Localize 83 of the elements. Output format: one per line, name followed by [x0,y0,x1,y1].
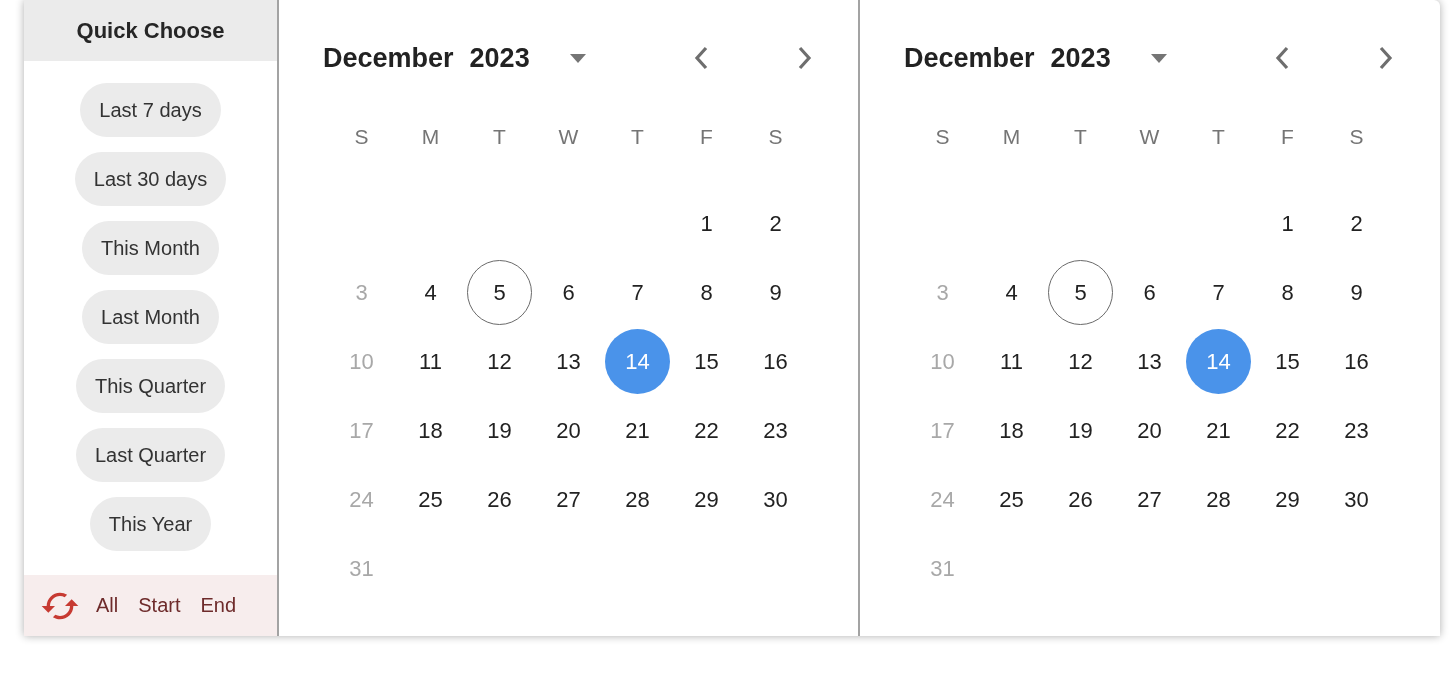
calendar-day[interactable]: 4 [398,260,463,325]
calendar-day[interactable]: 15 [1255,329,1320,394]
calendar-day[interactable]: 13 [536,329,601,394]
month-label[interactable]: December [323,42,454,74]
calendar-day[interactable]: 6 [536,260,601,325]
chevron-left-icon[interactable] [1275,46,1289,70]
calendar-day[interactable]: 4 [979,260,1044,325]
calendar-day[interactable]: 25 [979,467,1044,532]
calendar-day[interactable]: 12 [1048,329,1113,394]
weekday-label: T [1212,124,1225,149]
calendar-day[interactable]: 20 [1117,398,1182,463]
calendar-day[interactable]: 18 [398,398,463,463]
calendar-day[interactable]: 15 [674,329,739,394]
weekday-label: T [1074,124,1087,149]
weekday-label: T [493,124,506,149]
calendar-day[interactable]: 9 [1324,260,1389,325]
quick-choose-option[interactable]: This Quarter [75,359,226,413]
year-label[interactable]: 2023 [1050,42,1111,74]
weekday-label: T [631,124,644,149]
calendar-day[interactable]: 16 [743,329,808,394]
weekday-label: M [1002,124,1021,149]
weekday-label: S [935,124,950,149]
calendar-day[interactable]: 8 [674,260,739,325]
quick-choose-option[interactable]: This Month [82,221,219,275]
calendar-day[interactable]: 16 [1324,329,1389,394]
calendar-day[interactable]: 1 [1255,191,1320,256]
chevron-right-icon[interactable] [798,46,812,70]
calendar-day[interactable]: 13 [1117,329,1182,394]
calendar-day[interactable]: 7 [605,260,670,325]
calendar-day[interactable]: 11 [398,329,463,394]
chevron-right-icon[interactable] [1379,46,1393,70]
weekday-label: W [558,124,579,149]
calendar-day[interactable]: 19 [1048,398,1113,463]
dropdown-caret-icon[interactable] [1150,53,1167,63]
calendar-day[interactable]: 18 [979,398,1044,463]
month-label[interactable]: December [904,42,1035,74]
calendar-day[interactable]: 22 [1255,398,1320,463]
calendar-day[interactable]: 27 [1117,467,1182,532]
weekday-label: S [768,124,783,149]
sidebar-title: Quick Choose [76,17,225,44]
weekday-label: W [1139,124,1160,149]
calendar-day[interactable]: 2 [1324,191,1389,256]
calendar-day[interactable]: 28 [605,467,670,532]
quick-choose-option[interactable]: Last 7 days [80,83,221,137]
calendar-day[interactable]: 22 [674,398,739,463]
calendar-day[interactable]: 23 [743,398,808,463]
calendar-day[interactable]: 1 [674,191,739,256]
calendar-day[interactable]: 25 [398,467,463,532]
quick-choose-option[interactable]: Last 30 days [74,152,227,206]
quick-choose-option[interactable]: This Year [89,497,212,551]
calendar-day[interactable]: 30 [743,467,808,532]
weekday-label: M [421,124,440,149]
calendar-day[interactable]: 11 [979,329,1044,394]
calendar-day[interactable]: 7 [1186,260,1251,325]
calendar-day[interactable]: 6 [1117,260,1182,325]
calendar-day[interactable]: 21 [1186,398,1251,463]
calendar-day[interactable]: 12 [467,329,532,394]
weekday-label: S [1349,124,1364,149]
calendar-day[interactable]: 29 [1255,467,1320,532]
chevron-left-icon[interactable] [694,46,708,70]
weekday-label: S [354,124,369,149]
calendar-day[interactable]: 21 [605,398,670,463]
calendar-day[interactable]: 20 [536,398,601,463]
calendar-day[interactable]: 30 [1324,467,1389,532]
calendar-day[interactable]: 26 [1048,467,1113,532]
footer-action[interactable]: Start [128,590,191,621]
calendar-day[interactable]: 27 [536,467,601,532]
quick-choose-option[interactable]: Last Quarter [75,428,226,482]
footer-action[interactable]: End [190,590,247,621]
footer-action[interactable]: All [86,590,129,621]
calendar-day[interactable]: 2 [743,191,808,256]
calendar-day[interactable]: 19 [467,398,532,463]
calendar-day[interactable]: 26 [467,467,532,532]
calendar-day[interactable]: 28 [1186,467,1251,532]
dropdown-caret-icon[interactable] [569,53,586,63]
quick-choose-option[interactable]: Last Month [82,290,219,344]
year-label[interactable]: 2023 [469,42,530,74]
calendar-day[interactable]: 23 [1324,398,1389,463]
calendar-day[interactable]: 29 [674,467,739,532]
calendar-day[interactable]: 8 [1255,260,1320,325]
calendar-day[interactable]: 9 [743,260,808,325]
weekday-label: F [700,124,713,149]
weekday-label: F [1281,124,1294,149]
